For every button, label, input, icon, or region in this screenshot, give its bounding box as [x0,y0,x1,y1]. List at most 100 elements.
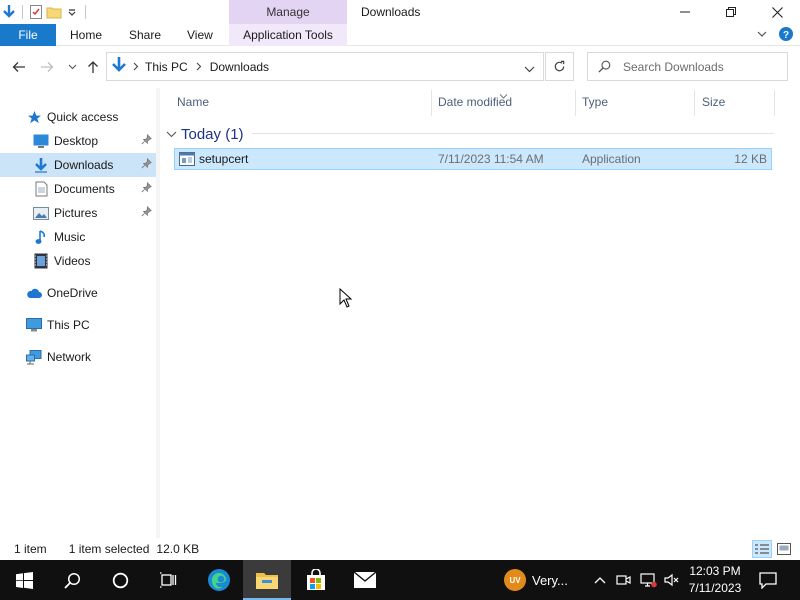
column-divider[interactable] [575,90,576,116]
sidebar-item-documents[interactable]: Documents [0,177,156,201]
sidebar-item-pictures[interactable]: Pictures [0,201,156,225]
breadcrumb-downloads[interactable]: Downloads [210,60,269,74]
clock-time: 12:03 PM [689,564,741,578]
sidebar-item-desktop[interactable]: Desktop [0,129,156,153]
pin-icon[interactable] [141,133,152,148]
cloud-icon [26,285,42,301]
network-status-button[interactable] [636,560,660,600]
store-bag-icon [307,569,325,590]
file-explorer-taskbar-button[interactable] [243,560,291,600]
column-divider[interactable] [774,90,775,116]
taskbar-clock[interactable]: 12:03 PM 7/11/2023 [684,563,746,597]
sidebar-item-music[interactable]: Music [0,225,156,249]
minimize-button[interactable] [662,0,708,24]
maximize-button[interactable] [708,0,754,24]
desktop-icon [33,133,49,149]
sort-chevron-icon [499,88,508,102]
sidebar-item-this-pc[interactable]: This PC [0,313,156,337]
store-taskbar-button[interactable] [292,560,340,600]
search-taskbar-button[interactable] [48,560,96,600]
breadcrumb-chevron-icon[interactable] [133,60,139,74]
refresh-button[interactable] [545,52,574,81]
ribbon-right-controls: ? [756,26,794,45]
group-divider-line [252,133,774,134]
tab-view[interactable]: View [187,24,213,46]
window-controls [662,0,800,24]
sidebar-item-label: Network [47,350,92,364]
sidebar-item-label: This PC [47,318,90,332]
file-date-modified: 7/11/2023 11:54 AM [438,152,544,166]
properties-icon[interactable] [27,2,45,22]
column-header-type[interactable]: Type [582,88,608,116]
pin-icon[interactable] [141,157,152,172]
edge-taskbar-button[interactable] [195,560,243,600]
chevron-down-icon [68,64,76,70]
sidebar-item-onedrive[interactable]: OneDrive [0,281,156,305]
star-icon [26,109,42,125]
forward-button[interactable] [37,57,57,77]
recent-locations-button[interactable] [62,57,82,77]
explorer-down-icon[interactable] [0,2,18,22]
cortana-button[interactable] [96,560,144,600]
search-box[interactable] [587,52,788,81]
tab-home[interactable]: Home [70,24,102,46]
column-divider[interactable] [431,90,432,116]
volume-button[interactable] [660,560,684,600]
network-icon [26,349,42,365]
ribbon-tabs: File Home Share View Application Tools ? [0,24,800,46]
column-divider[interactable] [694,90,695,116]
sidebar-item-quick-access[interactable]: Quick access [0,105,156,129]
expand-ribbon-icon[interactable] [756,28,768,43]
help-icon[interactable]: ? [778,26,794,45]
pin-icon[interactable] [141,181,152,196]
sidebar-item-label: Videos [54,254,91,268]
weather-text: Very... [532,572,568,588]
breadcrumb-separator-icon[interactable] [196,60,202,74]
back-button[interactable] [9,57,29,77]
tab-file[interactable]: File [0,24,56,46]
large-icons-view-button[interactable] [774,540,794,558]
notification-icon [759,571,777,589]
start-button[interactable] [0,560,48,600]
task-view-button[interactable] [144,560,192,600]
details-view-button[interactable] [752,540,772,558]
pin-icon[interactable] [141,205,152,220]
column-header-size[interactable]: Size [702,88,725,116]
collapse-group-icon[interactable] [166,131,177,138]
search-icon [63,572,80,589]
weather-widget[interactable]: UV Very... [504,560,568,600]
address-history-dropdown-icon[interactable] [524,62,535,76]
up-button[interactable] [83,57,103,77]
sidebar-item-network[interactable]: Network [0,345,156,369]
sidebar-item-videos[interactable]: Videos [0,249,156,273]
search-input[interactable] [623,59,783,74]
mail-taskbar-button[interactable] [341,560,389,600]
customize-qat-icon[interactable] [63,2,81,22]
navigation-bar: This PC Downloads [0,46,800,88]
music-icon [33,229,49,245]
breadcrumb-this-pc[interactable]: This PC [145,60,188,74]
new-folder-icon[interactable] [45,2,63,22]
sidebar-item-label: OneDrive [47,286,98,300]
close-button[interactable] [754,0,800,24]
action-center-button[interactable] [748,560,788,600]
tab-share[interactable]: Share [129,24,161,46]
title-bar: Manage Downloads [0,0,800,24]
computer-icon [26,317,42,333]
sidebar-item-label: Pictures [54,206,98,220]
video-icon [33,253,49,269]
downloads-location-icon [111,56,127,77]
tab-application-tools[interactable]: Application Tools [229,24,347,46]
minimize-icon [680,11,690,13]
sidebar-item-label: Quick access [47,110,119,124]
download-icon [33,157,49,173]
details-view-icon [755,544,769,554]
group-header-today[interactable]: Today (1) [166,124,244,144]
column-header-name[interactable]: Name [177,88,209,116]
address-bar[interactable]: This PC Downloads [106,52,544,81]
sidebar-item-downloads[interactable]: Downloads [0,153,156,177]
show-hidden-icons-button[interactable] [588,560,612,600]
svg-text:?: ? [783,30,789,41]
meet-now-button[interactable] [612,560,636,600]
file-row-setupcert[interactable]: setupcert 7/11/2023 11:54 AM Application… [174,148,772,170]
